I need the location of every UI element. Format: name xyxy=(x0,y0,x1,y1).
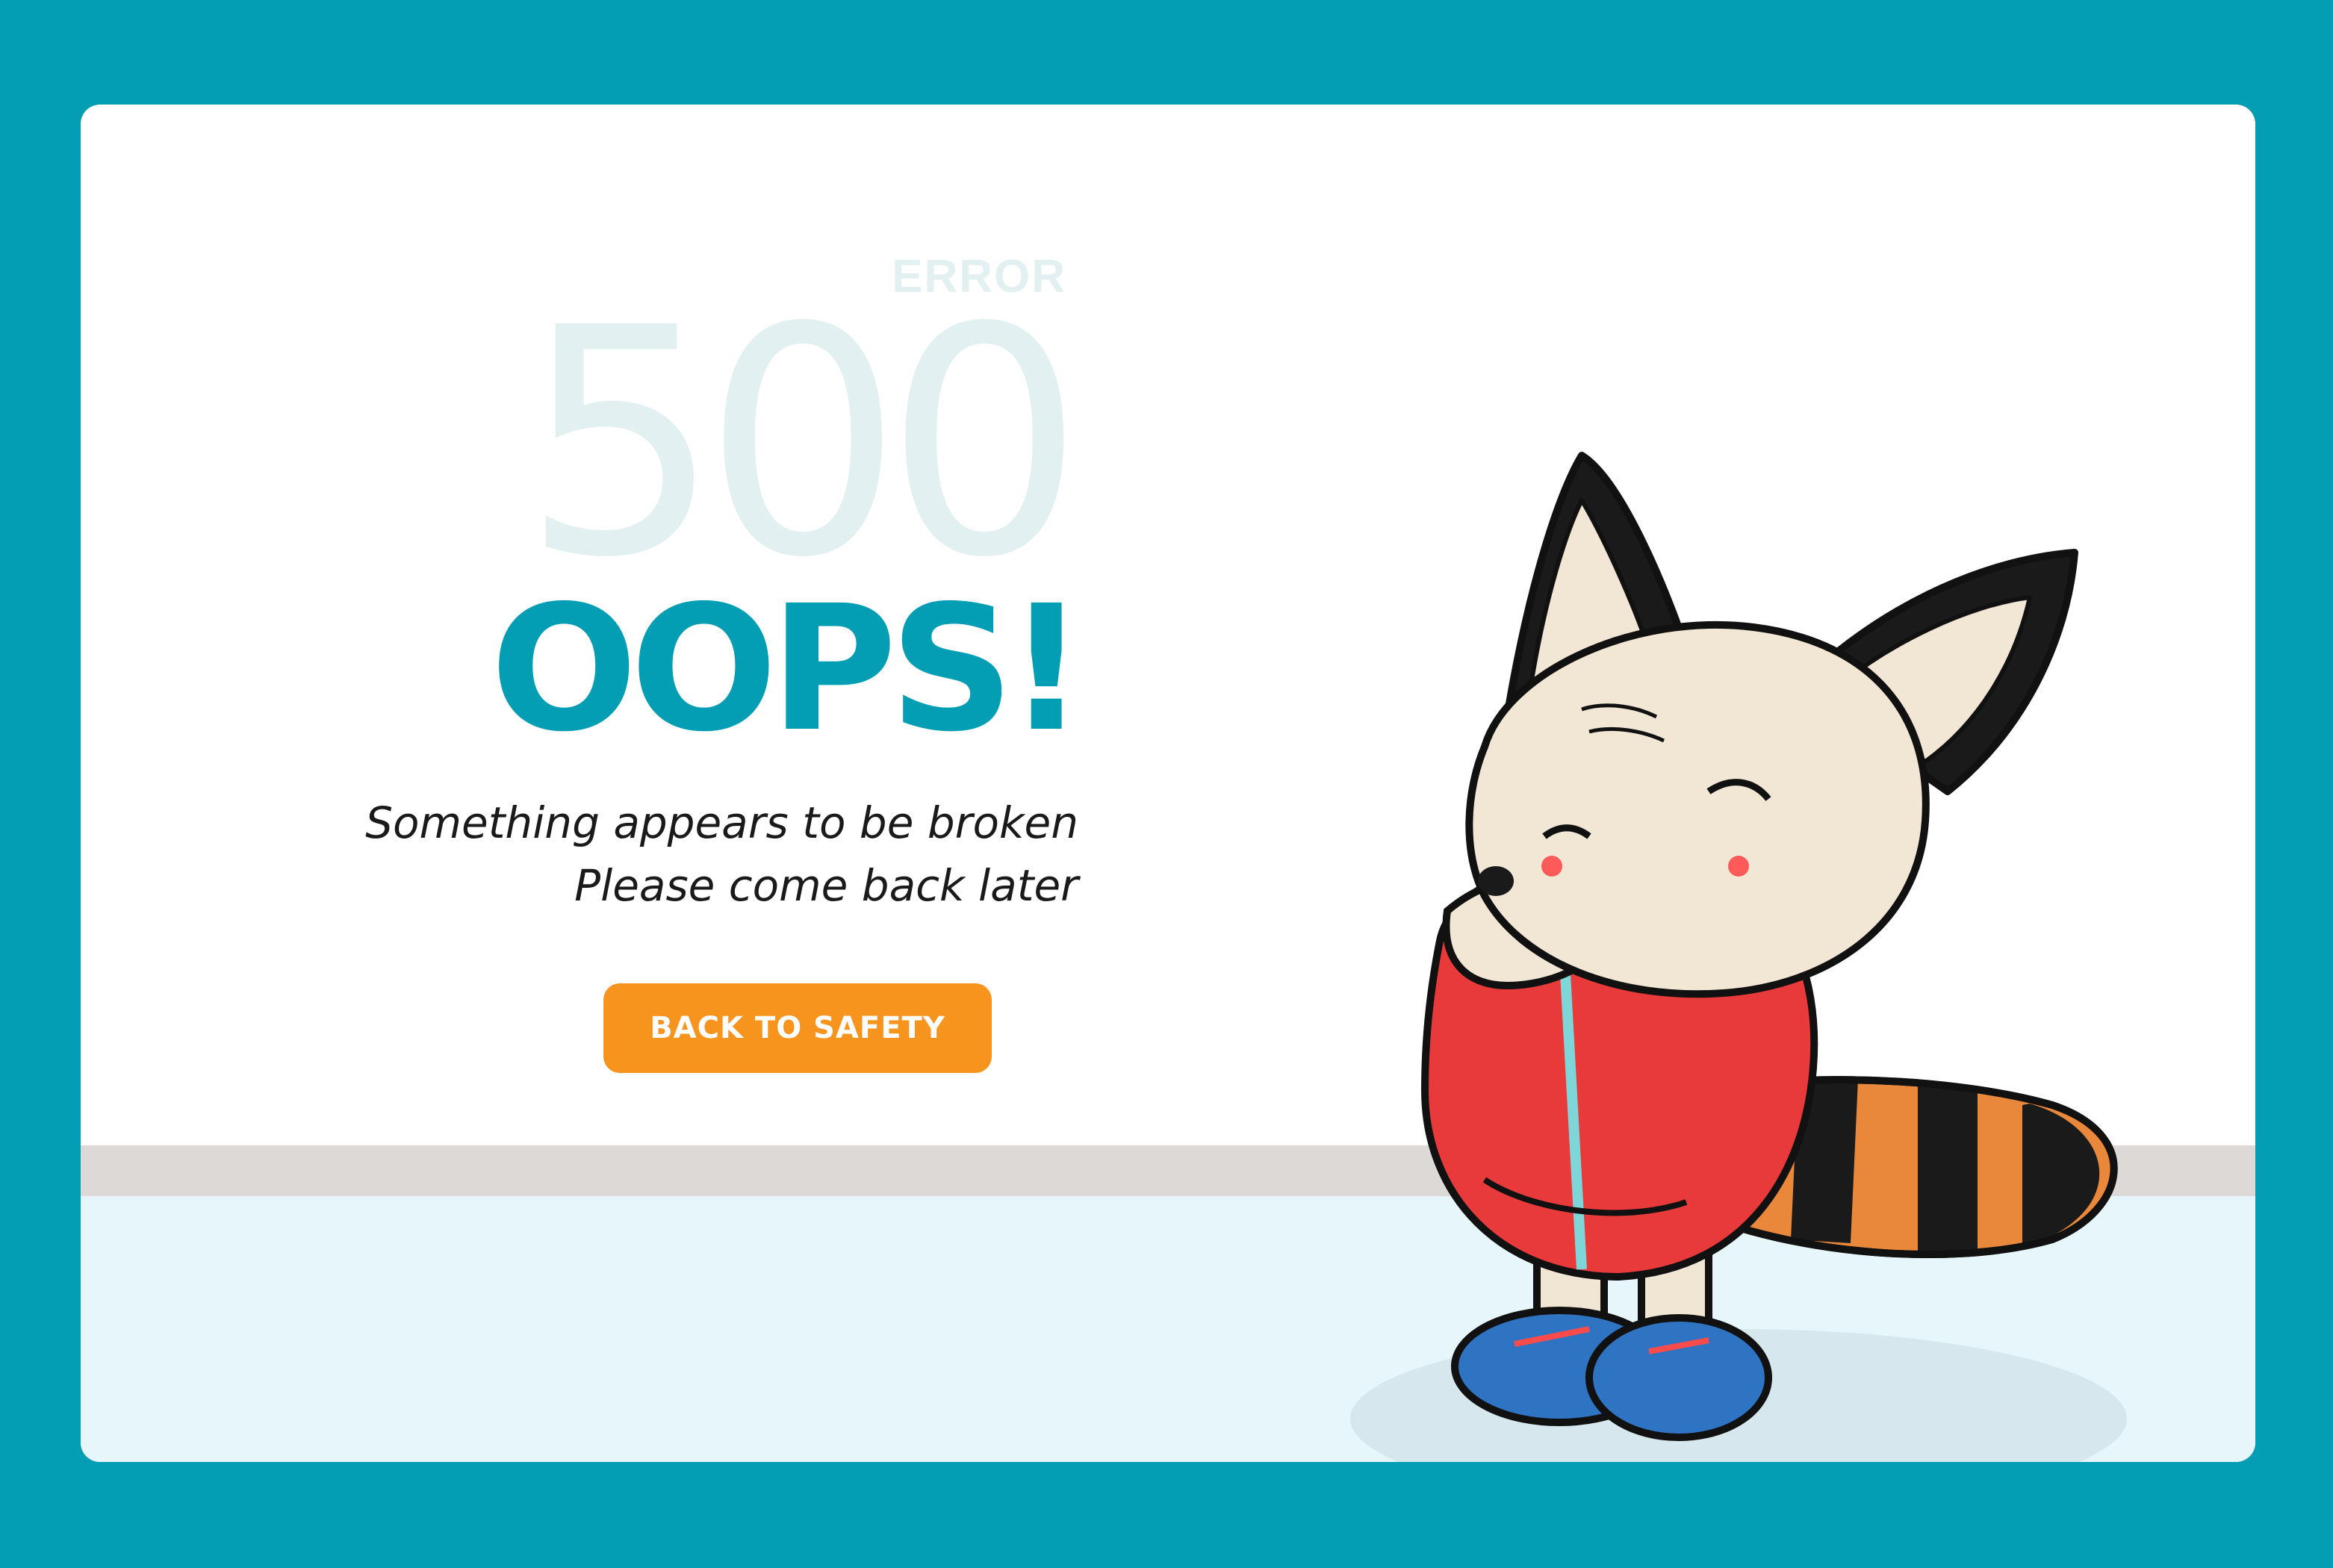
error-message: Something appears to be broken Please co… xyxy=(305,791,1078,917)
error-card: ERROR 500 OOPS! Something appears to be … xyxy=(81,105,2255,1462)
message-line-1: Something appears to be broken xyxy=(365,797,1078,848)
red-panda-mascot-illustration xyxy=(1350,452,2127,1462)
error-code: 500 xyxy=(521,261,1084,626)
back-to-safety-button[interactable]: BACK TO SAFETY xyxy=(603,983,992,1073)
headline: OOPS! xyxy=(490,568,1086,770)
mascot-head xyxy=(1465,452,2078,998)
shoes xyxy=(1451,1251,1772,1441)
message-line-2: Please come back later xyxy=(574,860,1078,911)
